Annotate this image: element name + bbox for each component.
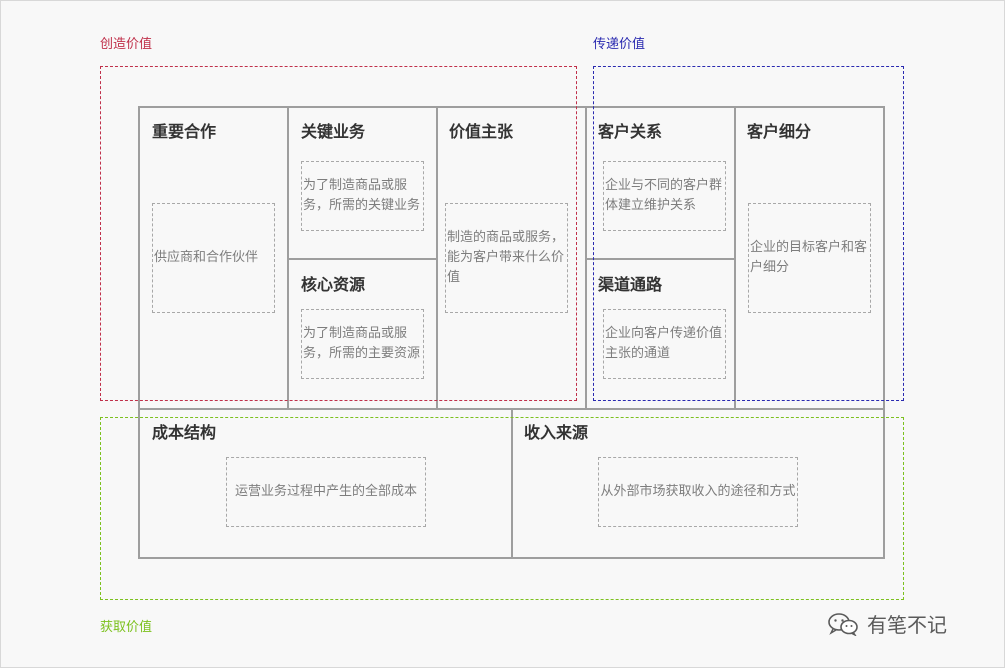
deliver-value-label: 传递价值 <box>593 37 646 52</box>
canvas-frame: 创造价值 传递价值 获取价值 重要合作 关键业务 核心资源 价值主张 客户关系 … <box>0 0 1005 668</box>
capture-value-label: 获取价值 <box>100 620 153 635</box>
watermark: 有笔不记 <box>827 609 947 638</box>
create-value-label: 创造价值 <box>100 37 153 52</box>
watermark-text: 有笔不记 <box>867 613 947 637</box>
deliver-value-region <box>593 66 904 401</box>
wechat-icon <box>827 612 859 637</box>
capture-value-region <box>100 417 904 600</box>
create-value-region <box>100 66 577 401</box>
